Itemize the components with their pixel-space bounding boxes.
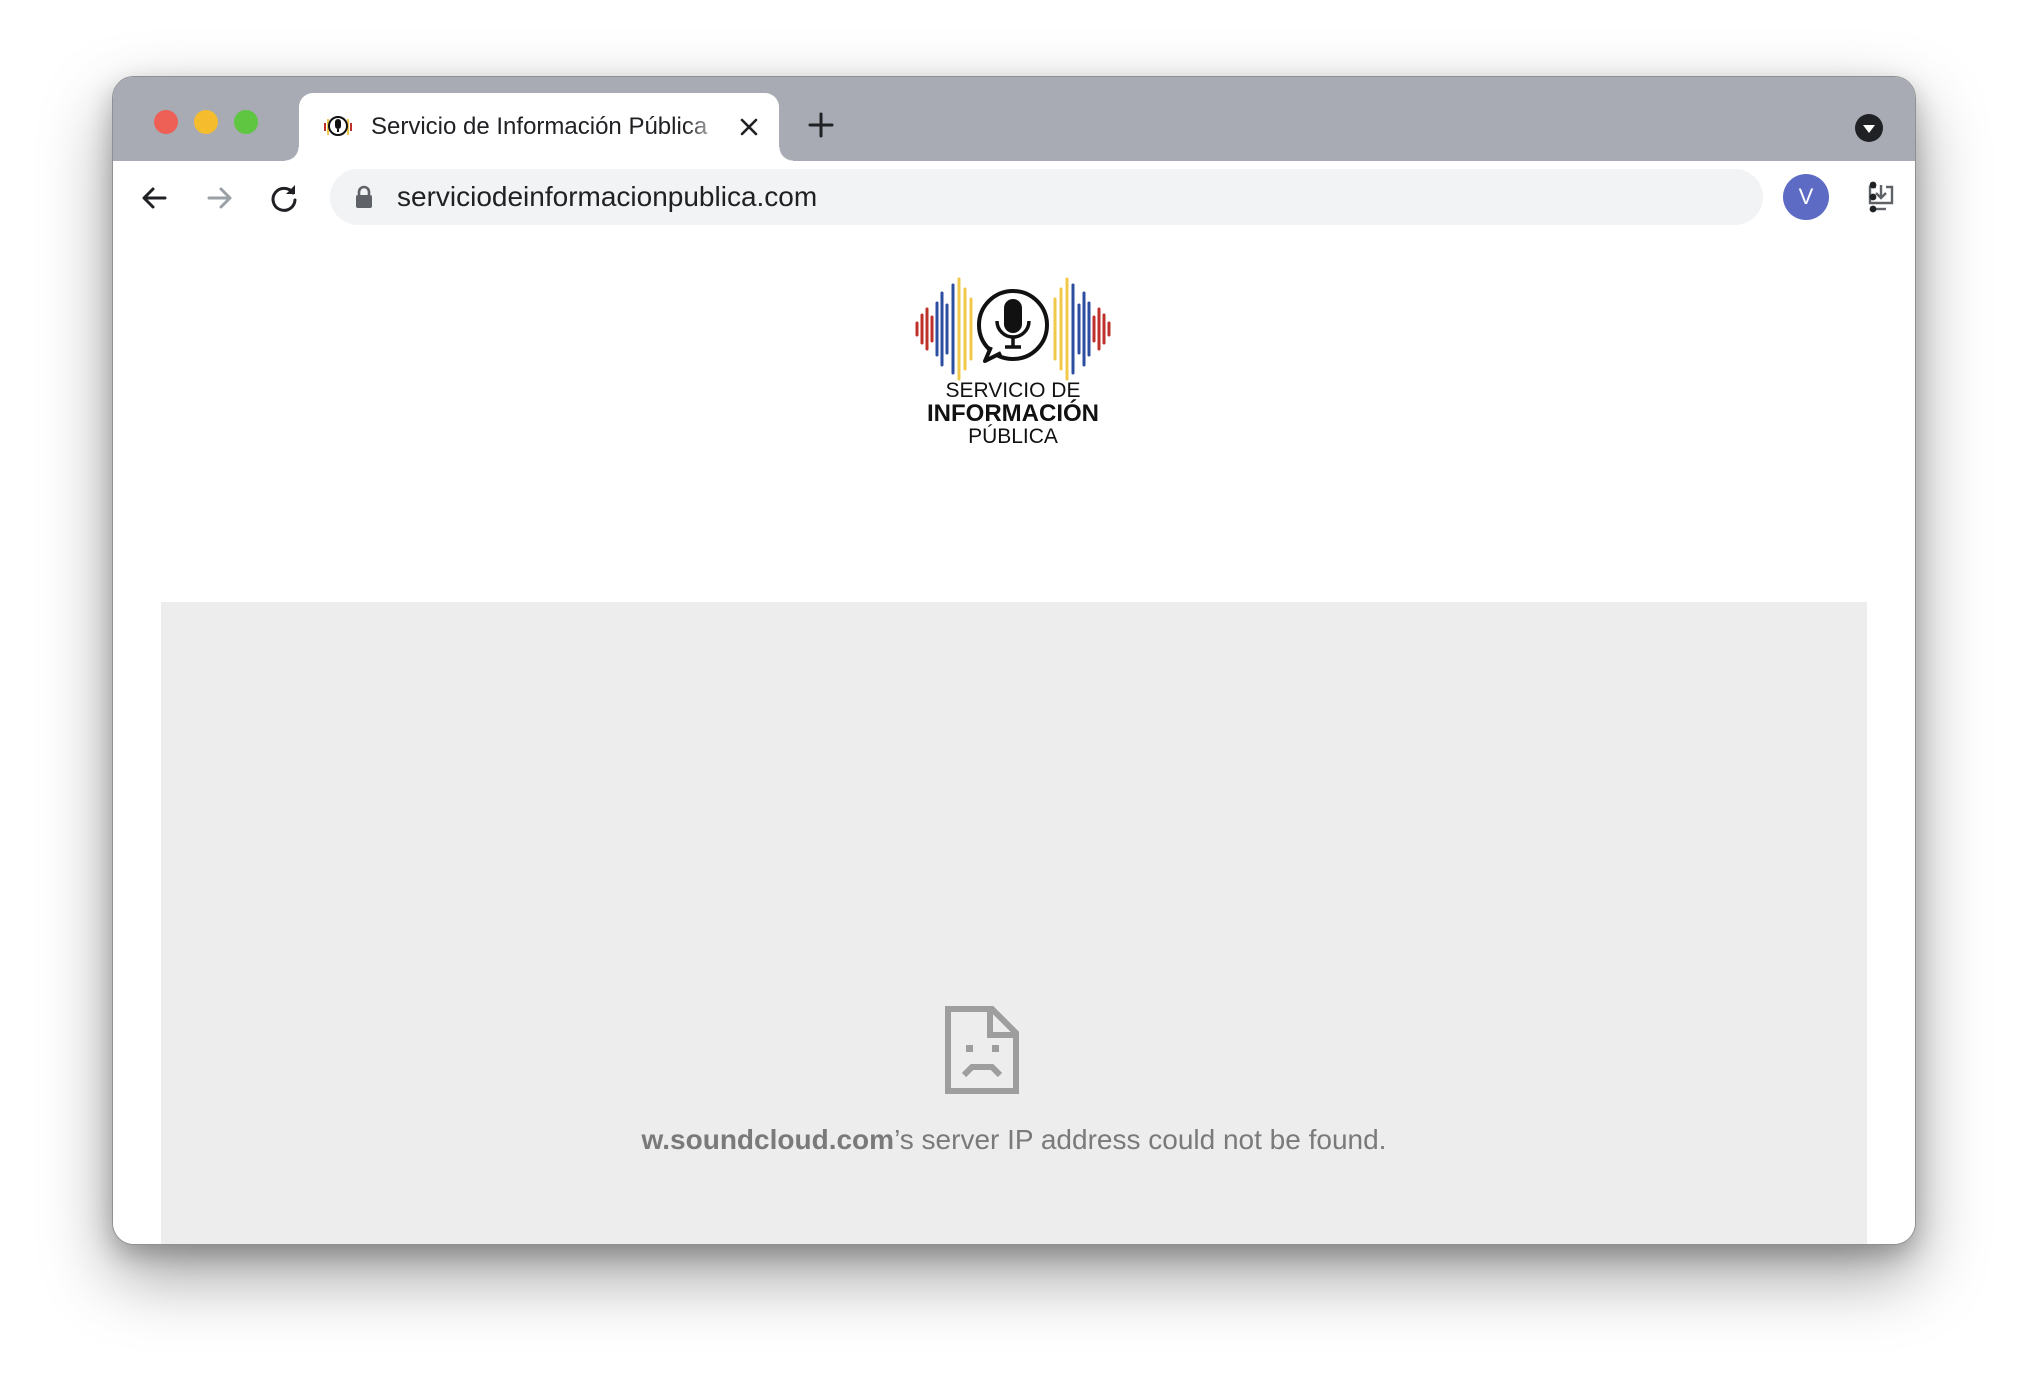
maximize-window-button[interactable] [234, 110, 258, 134]
page-content: SERVICIO DE INFORMACIÓN PÚBLICA w.soundc… [113, 235, 1915, 1244]
logo-line-3: PÚBLICA [968, 425, 1058, 445]
reload-icon[interactable] [266, 180, 302, 216]
error-text: ’s server IP address could not be found. [894, 1124, 1387, 1155]
more-options-icon[interactable] [1867, 179, 1879, 215]
tab-title: Servicio de Información Pública [371, 113, 708, 140]
forward-arrow-icon[interactable] [201, 180, 237, 216]
close-tab-icon[interactable] [737, 115, 761, 139]
minimize-window-button[interactable] [194, 110, 218, 134]
site-favicon-icon [321, 110, 355, 144]
sad-document-icon [945, 1006, 1019, 1094]
profile-avatar[interactable]: V [1783, 174, 1829, 220]
close-window-button[interactable] [154, 110, 178, 134]
logo-line-1: SERVICIO DE [946, 379, 1081, 402]
new-tab-icon[interactable] [807, 111, 835, 139]
title-bar: Servicio de Información Pública [113, 77, 1915, 161]
browser-toolbar: serviciodeinformacionpublica.com V [113, 161, 1915, 236]
soundcloud-embed-frame: w.soundcloud.com’s server IP address cou… [161, 602, 1867, 1244]
browser-window: Servicio de Información Pública servicio… [112, 76, 1916, 1245]
url-text[interactable]: serviciodeinformacionpublica.com [397, 181, 817, 213]
active-tab[interactable]: Servicio de Información Pública [285, 93, 793, 161]
back-arrow-icon[interactable] [137, 180, 173, 216]
error-host: w.soundcloud.com [641, 1124, 895, 1155]
address-bar[interactable]: serviciodeinformacionpublica.com [330, 169, 1894, 225]
logo-line-2: INFORMACIÓN [927, 399, 1099, 427]
error-message: w.soundcloud.com’s server IP address cou… [161, 1122, 1867, 1158]
tab-search-icon[interactable] [1854, 113, 1884, 143]
site-logo[interactable]: SERVICIO DE INFORMACIÓN PÚBLICA [913, 275, 1113, 445]
lock-icon[interactable] [354, 185, 374, 209]
